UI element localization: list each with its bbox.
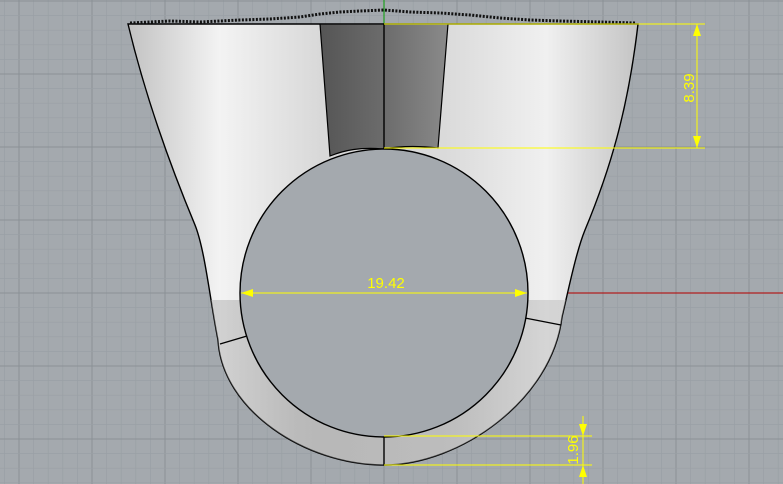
dim-top-height-label: 8.39 (681, 73, 698, 102)
viewport-canvas[interactable]: 8.39 19.42 1.96 (0, 0, 783, 484)
dim-inner-diameter-label: 19.42 (367, 275, 405, 292)
ring-top-texture (129, 8, 637, 25)
dim-band-thickness-label: 1.96 (565, 435, 582, 464)
rhino-viewport[interactable]: 8.39 19.42 1.96 (0, 0, 783, 484)
